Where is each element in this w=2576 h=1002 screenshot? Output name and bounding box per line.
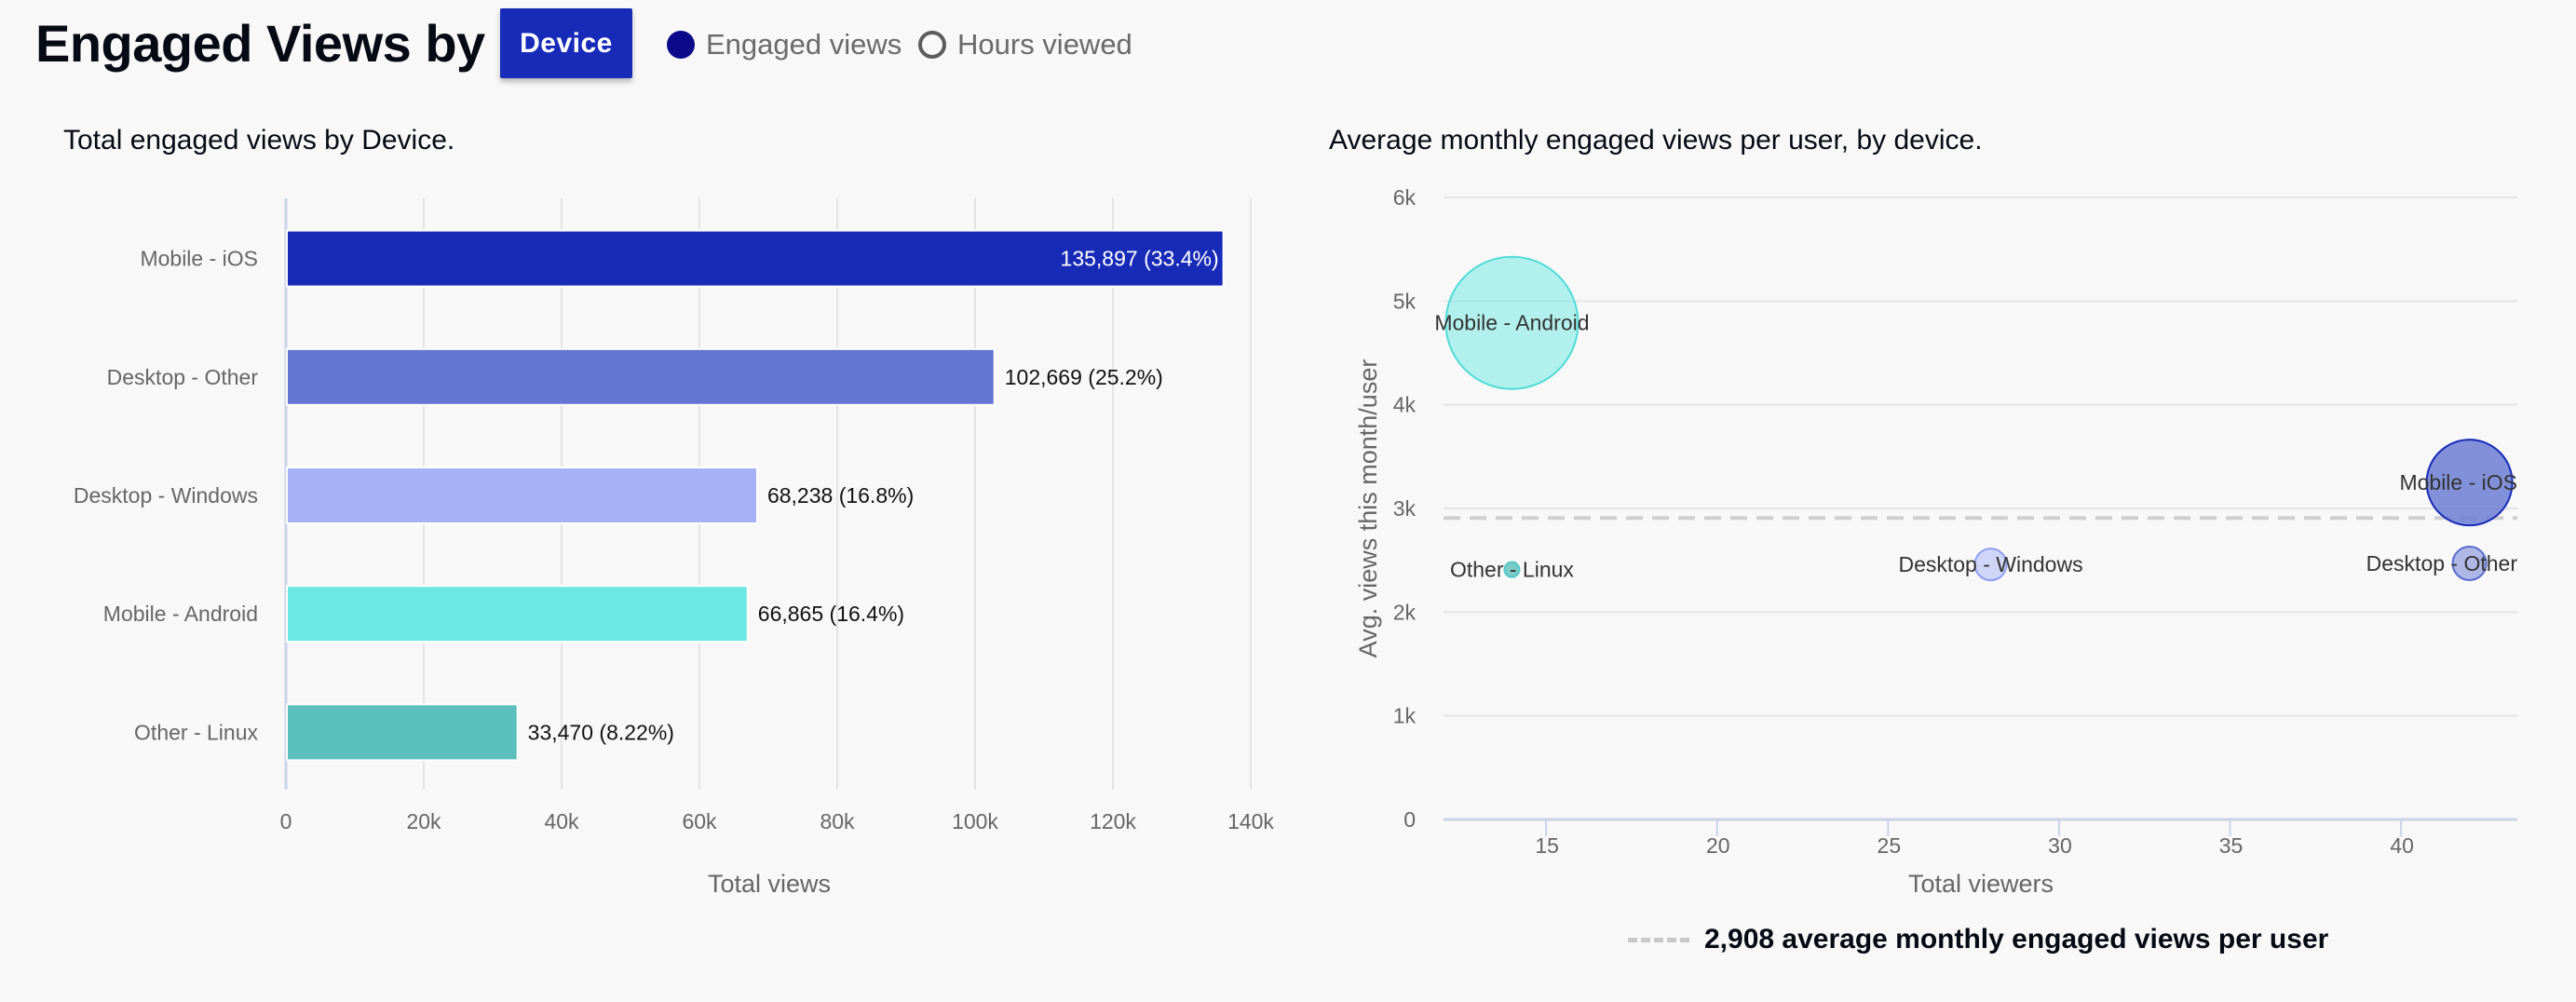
scatter-chart-x-tick-label: 25 xyxy=(1878,833,1902,858)
scatter-chart-y-tick-labels: 0 1k 2k 3k 4k 5k 6k xyxy=(1393,185,1417,832)
bubble-desktop-other xyxy=(2451,546,2488,582)
bar-chart-category-labels: Mobile - iOS Desktop - Other Desktop - Win… xyxy=(74,247,259,745)
bar-chart: Mobile - iOS Desktop - Other Desktop - Win… xyxy=(74,198,1275,898)
scatter-chart-x-axis-label: Total viewers xyxy=(1908,870,2054,898)
bubble-label: Mobile - iOS xyxy=(2399,470,2517,494)
scatter-chart-title: Average monthly engaged views per user, … xyxy=(1329,125,1983,156)
bar-other-linux xyxy=(286,703,519,762)
scatter-chart-x-tick-labels: 15 20 25 30 35 40 xyxy=(1535,833,2414,858)
scatter-chart-bubbles xyxy=(1444,255,2514,582)
reference-line-label: 2,908 average monthly engaged views per … xyxy=(1704,924,2329,955)
bar-chart-bars xyxy=(286,229,1225,762)
bubble-desktop-windows xyxy=(1973,548,2008,582)
bar-chart-x-tick-label: 140k xyxy=(1227,809,1274,833)
scatter-chart-gridlines xyxy=(1444,196,2517,836)
scatter-chart-x-tick-label: 20 xyxy=(1706,833,1730,858)
bar-chart-x-tick-label: 120k xyxy=(1090,809,1136,833)
bar-chart-x-tick-label: 60k xyxy=(682,809,717,833)
bar-desktop-other xyxy=(286,347,996,406)
scatter-chart-x-tick-label: 35 xyxy=(2219,833,2244,858)
bar-data-label: 102,669 (25.2%) xyxy=(1005,365,1163,389)
bar-chart-x-tick-labels: 0 20k 40k 60k 80k 100k 120k 140k xyxy=(280,809,1275,833)
dashed-line-icon xyxy=(1628,937,1689,942)
bar-chart-x-tick-label: 80k xyxy=(820,809,855,833)
bar-category-label: Mobile - iOS xyxy=(140,247,258,271)
bar-desktop-windows xyxy=(286,467,758,524)
bar-chart-x-axis-label: Total views xyxy=(708,870,831,898)
bubble-mobile-android xyxy=(1444,255,1579,390)
bar-chart-x-tick-label: 100k xyxy=(952,809,998,833)
bar-mobile-android xyxy=(286,585,749,643)
bar-chart-x-tick-label: 40k xyxy=(544,809,579,833)
bar-category-label: Desktop - Other xyxy=(107,365,259,389)
bar-chart-x-tick-label: 20k xyxy=(406,809,441,833)
bar-category-label: Other - Linux xyxy=(134,720,258,744)
bubble-other-linux xyxy=(1503,561,1521,578)
bar-data-label: 68,238 (16.8%) xyxy=(767,483,914,508)
bar-category-label: Desktop - Windows xyxy=(74,483,258,508)
scatter-chart-y-axis-label: Avg. views this month/user xyxy=(1354,359,1382,658)
scatter-chart-y-tick-label: 2k xyxy=(1393,600,1417,624)
bar-data-label: 33,470 (8.22%) xyxy=(528,720,674,744)
bubble-mobile-ios xyxy=(2425,439,2514,527)
scatter-chart-y-tick-label: 0 xyxy=(1403,807,1416,832)
bubble-label: Desktop - Windows xyxy=(1898,552,2082,576)
scatter-chart-y-tick-label: 6k xyxy=(1393,185,1417,210)
bubble-label: Mobile - Android xyxy=(1434,311,1589,335)
bar-data-label: 135,897 (33.4%) xyxy=(1061,247,1219,271)
scatter-chart-x-tick-label: 15 xyxy=(1535,833,1559,858)
bubble-label: Desktop - Other xyxy=(2366,551,2518,575)
scatter-chart-bubble-labels: Mobile - Android Mobile - iOS Other - Linu… xyxy=(1434,311,2517,582)
bar-category-label: Mobile - Android xyxy=(103,602,258,626)
reference-line-legend: 2,908 average monthly engaged views per … xyxy=(1628,924,2328,955)
scatter-chart-y-tick-label: 5k xyxy=(1393,289,1417,313)
scatter-chart-y-tick-label: 3k xyxy=(1393,496,1417,521)
bar-data-label: 66,865 (16.4%) xyxy=(758,602,904,626)
scatter-chart-x-tick-label: 30 xyxy=(2048,833,2072,858)
scatter-chart-x-tick-label: 40 xyxy=(2390,833,2414,858)
bar-chart-x-tick-label: 0 xyxy=(280,809,292,833)
bubble-label: Other - Linux xyxy=(1450,558,1574,582)
scatter-chart-y-tick-label: 4k xyxy=(1393,393,1417,417)
scatter-chart-y-tick-label: 1k xyxy=(1393,704,1417,728)
